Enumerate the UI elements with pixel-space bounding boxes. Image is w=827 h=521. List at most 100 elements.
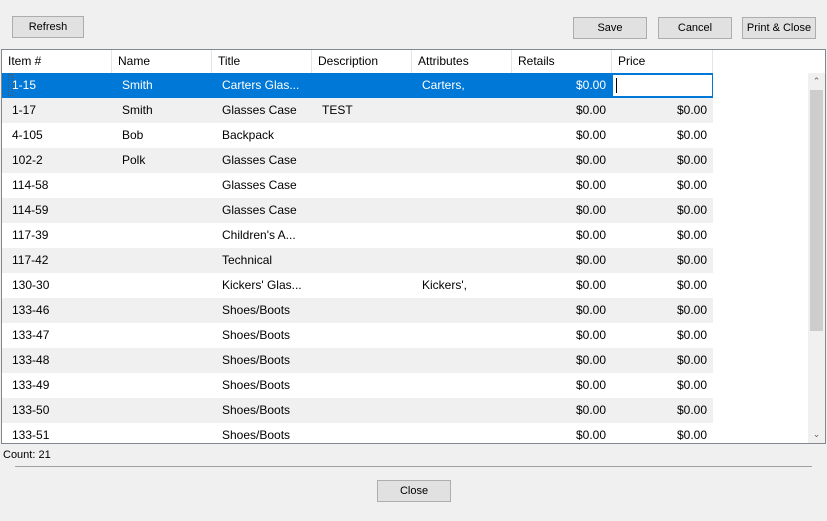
table-cell[interactable]: $0.00 [512,148,612,173]
table-cell[interactable]: 102-2 [2,148,112,173]
table-cell[interactable]: 1-15 [2,73,112,98]
table-cell[interactable]: 117-39 [2,223,112,248]
table-cell[interactable]: Polk [112,148,212,173]
print-close-button[interactable]: Print & Close [742,17,816,39]
table-cell[interactable]: $0.00 [612,248,713,273]
table-cell[interactable] [412,373,512,398]
table-cell[interactable]: Kickers' Glas... [212,273,312,298]
cancel-button[interactable]: Cancel [658,17,732,39]
table-row[interactable]: 133-51 Shoes/Boots $0.00 $0.00 [2,423,713,443]
table-cell[interactable]: $0.00 [612,398,713,423]
table-row[interactable]: 1-17 Smith Glasses Case TEST $0.00 $0.00 [2,98,713,123]
table-cell[interactable]: Smith [112,98,212,123]
table-row[interactable]: 114-59 Glasses Case $0.00 $0.00 [2,198,713,223]
table-cell[interactable] [412,398,512,423]
table-cell[interactable]: $0.00 [612,323,713,348]
table-cell[interactable] [412,123,512,148]
table-cell[interactable]: Glasses Case [212,148,312,173]
table-cell[interactable]: 133-51 [2,423,112,443]
table-cell[interactable]: Carters, [412,73,512,98]
table-cell[interactable]: 133-46 [2,298,112,323]
table-cell[interactable] [112,323,212,348]
table-cell[interactable] [112,348,212,373]
table-cell[interactable] [312,373,412,398]
table-cell[interactable]: Backpack [212,123,312,148]
column-header-2[interactable]: Title [212,50,312,73]
table-cell[interactable]: 114-58 [2,173,112,198]
column-header-3[interactable]: Description [312,50,412,73]
table-cell[interactable]: $0.00 [512,373,612,398]
table-cell[interactable]: Technical [212,248,312,273]
refresh-button[interactable]: Refresh [12,16,84,38]
table-cell[interactable]: 133-47 [2,323,112,348]
table-cell[interactable]: Shoes/Boots [212,373,312,398]
table-cell[interactable]: $0.00 [512,273,612,298]
table-cell[interactable] [112,423,212,443]
table-cell[interactable]: $0.00 [512,323,612,348]
table-cell[interactable]: Glasses Case [212,173,312,198]
table-cell[interactable] [312,73,412,98]
column-header-5[interactable]: Retails [512,50,612,73]
column-header-0[interactable]: Item # [2,50,112,73]
table-cell[interactable]: $0.00 [512,123,612,148]
table-cell[interactable] [312,148,412,173]
table-cell[interactable] [312,298,412,323]
table-cell[interactable] [312,198,412,223]
table-cell[interactable]: $0.00 [612,98,713,123]
table-cell[interactable]: $0.00 [512,398,612,423]
table-cell[interactable] [112,223,212,248]
table-cell[interactable] [112,298,212,323]
table-cell[interactable]: 114-59 [2,198,112,223]
table-cell[interactable] [312,323,412,348]
table-cell[interactable]: $0.00 [612,198,713,223]
table-cell[interactable] [312,348,412,373]
table-row[interactable]: 133-49 Shoes/Boots $0.00 $0.00 [2,373,713,398]
table-cell[interactable]: Kickers', [412,273,512,298]
table-cell[interactable]: 133-50 [2,398,112,423]
table-row[interactable]: 102-2 Polk Glasses Case $0.00 $0.00 [2,148,713,173]
table-cell[interactable]: Shoes/Boots [212,323,312,348]
table-cell[interactable]: $0.00 [512,98,612,123]
table-cell[interactable] [412,173,512,198]
table-cell[interactable]: $0.00 [512,73,612,98]
table-row[interactable]: 117-42 Technical $0.00 $0.00 [2,248,713,273]
table-cell[interactable]: $0.00 [512,298,612,323]
table-cell[interactable] [112,398,212,423]
table-cell[interactable]: TEST [312,98,412,123]
chevron-up-icon[interactable]: ⌃ [808,73,825,90]
table-cell[interactable] [412,298,512,323]
table-cell[interactable]: $0.00 [512,223,612,248]
table-cell[interactable]: $0.00 [612,148,713,173]
table-cell[interactable] [412,198,512,223]
close-button[interactable]: Close [377,480,451,502]
table-row[interactable]: 133-48 Shoes/Boots $0.00 $0.00 [2,348,713,373]
table-cell[interactable] [312,223,412,248]
table-row[interactable]: 114-58 Glasses Case $0.00 $0.00 [2,173,713,198]
table-cell[interactable] [112,248,212,273]
table-cell[interactable] [412,323,512,348]
table-cell[interactable] [112,273,212,298]
table-cell[interactable]: Shoes/Boots [212,423,312,443]
table-row[interactable]: 133-46 Shoes/Boots $0.00 $0.00 [2,298,713,323]
table-cell[interactable]: $0.00 [612,123,713,148]
table-cell[interactable] [312,248,412,273]
table-cell[interactable] [312,123,412,148]
save-button[interactable]: Save [573,17,647,39]
table-cell[interactable] [112,173,212,198]
table-cell[interactable] [412,248,512,273]
table-cell[interactable]: Children's A... [212,223,312,248]
table-cell[interactable]: $0.00 [612,348,713,373]
price-edit-field[interactable] [612,74,713,97]
table-row[interactable]: 1-15 Smith Carters Glas... Carters, $0.00 [2,73,713,98]
table-cell[interactable]: Glasses Case [212,198,312,223]
table-cell[interactable] [412,148,512,173]
scroll-thumb[interactable] [810,90,823,331]
table-row[interactable]: 130-30 Kickers' Glas... Kickers', $0.00 $0.0… [2,273,713,298]
table-cell[interactable]: $0.00 [512,348,612,373]
table-cell[interactable]: Bob [112,123,212,148]
table-cell[interactable]: 1-17 [2,98,112,123]
table-cell[interactable]: 130-30 [2,273,112,298]
table-row[interactable]: 4-105 Bob Backpack $0.00 $0.00 [2,123,713,148]
table-row[interactable]: 133-47 Shoes/Boots $0.00 $0.00 [2,323,713,348]
chevron-down-icon[interactable]: ⌄ [808,426,825,443]
